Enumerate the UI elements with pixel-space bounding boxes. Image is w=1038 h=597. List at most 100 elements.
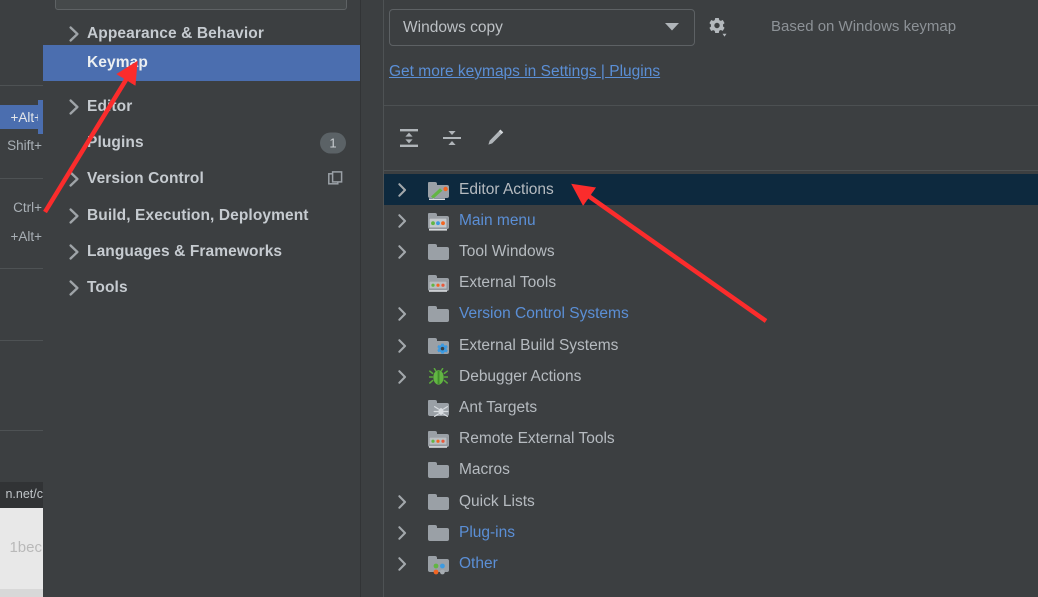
tree-row-label: Quick Lists <box>459 492 535 510</box>
tree-row[interactable]: Other <box>384 548 1038 579</box>
keymap-select[interactable]: Windows copy <box>389 9 695 46</box>
folder-icon <box>428 492 450 512</box>
tree-row-label: External Build Systems <box>459 336 619 354</box>
background-window-strip: +Alt+ Shift+ Ctrl+ +Alt+ n.net/c 1bec <box>0 0 43 597</box>
left-strip-url-text: n.net/c <box>5 487 43 501</box>
tree-row[interactable]: Remote External Tools <box>384 424 1038 455</box>
sidebar-item-label: Keymap <box>87 54 148 71</box>
chevron-right-icon[interactable] <box>393 338 411 353</box>
left-strip-row: Shift+ <box>0 133 43 157</box>
screenshot-root: +Alt+ Shift+ Ctrl+ +Alt+ n.net/c 1bec Ap… <box>0 0 1038 597</box>
tree-row[interactable]: Editor Actions <box>384 174 1038 206</box>
folder-tools-icon <box>428 429 450 449</box>
panel-gutter <box>361 0 383 597</box>
sidebar-item-label: Editor <box>87 98 133 115</box>
folder-shape <box>428 524 449 541</box>
left-strip-row: Ctrl+ <box>0 195 43 219</box>
folder-edit-icon <box>428 180 450 200</box>
folder-ant-icon <box>428 398 450 418</box>
tree-row-label: External Tools <box>459 274 557 292</box>
expand-all-icon[interactable] <box>394 123 424 153</box>
left-strip-row-text: Ctrl+ <box>13 199 42 215</box>
keymap-panel: Windows copy Based on Windows keymap Get… <box>384 0 1038 597</box>
sidebar-item-version-control[interactable]: Version Control <box>43 161 360 197</box>
bug-icon <box>428 367 450 387</box>
folder-icon <box>428 304 450 324</box>
left-strip-row: +Alt+ <box>0 224 43 248</box>
tree-row-label: Remote External Tools <box>459 430 615 448</box>
sidebar-item-keymap[interactable]: Keymap <box>43 45 360 81</box>
folder-icon <box>428 460 450 480</box>
tree-row[interactable]: Debugger Actions <box>384 361 1038 392</box>
chevron-right-icon[interactable] <box>393 182 411 197</box>
sidebar-item-tools[interactable]: Tools <box>43 270 360 306</box>
chevron-right-icon[interactable] <box>393 307 411 322</box>
tree-row[interactable]: Version Control Systems <box>384 299 1038 330</box>
chevron-right-icon[interactable] <box>393 526 411 540</box>
folder-dots-icon <box>428 554 450 575</box>
folder-tools-icon <box>428 273 450 293</box>
keymap-toolbar <box>384 106 1038 170</box>
sidebar-item-badge: 1 <box>320 132 346 154</box>
tree-row[interactable]: External Tools <box>384 268 1038 299</box>
tree-row-label: Main menu <box>459 211 536 229</box>
gear-icon[interactable] <box>705 16 729 40</box>
sidebar-item-plugins[interactable]: Plugins 1 <box>43 125 360 161</box>
chevron-right-icon[interactable] <box>393 370 411 384</box>
chevron-right-icon[interactable] <box>61 280 87 296</box>
folder-gear-icon <box>428 336 450 356</box>
tree-row-label: Version Control Systems <box>459 305 629 323</box>
tree-row[interactable]: Macros <box>384 455 1038 486</box>
left-strip-row-text: Shift+ <box>7 137 42 153</box>
left-strip-url-band: n.net/c <box>0 482 43 508</box>
folder-shape <box>428 493 449 510</box>
sidebar-item-label: Languages & Frameworks <box>87 243 283 260</box>
keymap-select-value: Windows copy <box>403 18 503 36</box>
sidebar-item-build-execution-deployment[interactable]: Build, Execution, Deployment <box>43 198 360 234</box>
chevron-right-icon[interactable] <box>61 26 87 42</box>
actions-tree: Editor Actions Main menu Tool Windows Exter… <box>384 171 1038 597</box>
sidebar-item-label: Version Control <box>87 170 204 187</box>
tree-row-label: Plug-ins <box>459 523 515 541</box>
tree-row[interactable]: Ant Targets <box>384 392 1038 423</box>
left-strip-row: +Alt+ <box>0 105 43 129</box>
sidebar-item-label: Plugins <box>87 134 144 151</box>
settings-search-input[interactable] <box>55 0 347 10</box>
chevron-right-icon[interactable] <box>61 244 87 260</box>
sidebar-item-label: Appearance & Behavior <box>87 25 264 42</box>
chevron-right-icon[interactable] <box>393 214 411 228</box>
tree-row[interactable]: Quick Lists <box>384 486 1038 517</box>
sidebar-item-languages-frameworks[interactable]: Languages & Frameworks <box>43 234 360 270</box>
tree-row-label: Debugger Actions <box>459 367 582 385</box>
chevron-right-icon[interactable] <box>61 99 87 115</box>
folder-icon <box>428 523 450 543</box>
tree-row-label: Other <box>459 554 498 572</box>
get-more-keymaps-link[interactable]: Get more keymaps in Settings | Plugins <box>389 63 660 81</box>
tree-row[interactable]: Tool Windows <box>384 236 1038 267</box>
chevron-right-icon[interactable] <box>61 208 87 224</box>
copy-icon[interactable] <box>328 171 344 187</box>
tree-row[interactable]: External Build Systems <box>384 330 1038 361</box>
chevron-right-icon[interactable] <box>393 494 411 509</box>
chevron-right-icon[interactable] <box>393 557 411 571</box>
folder-shape <box>428 243 449 260</box>
left-strip-row-text: +Alt+ <box>10 228 42 244</box>
collapse-all-icon[interactable] <box>437 123 467 153</box>
left-strip-bottom-edge <box>0 589 43 597</box>
sidebar-item-label: Tools <box>87 279 128 296</box>
edit-shortcut-icon[interactable] <box>480 123 510 153</box>
chevron-right-icon[interactable] <box>393 245 411 259</box>
tree-row-label: Tool Windows <box>459 242 555 260</box>
tree-row-label: Macros <box>459 461 510 479</box>
folder-menu-icon <box>428 211 450 231</box>
based-on-keymap-label: Based on Windows keymap <box>771 18 957 35</box>
chevron-down-icon <box>664 19 680 37</box>
settings-sidebar: Appearance & Behavior Keymap Editor Plugins… <box>43 0 360 597</box>
sidebar-item-editor[interactable]: Editor <box>43 89 360 125</box>
tree-row[interactable]: Plug-ins <box>384 517 1038 548</box>
folder-shape <box>428 306 449 323</box>
folder-icon <box>428 242 450 262</box>
tree-row[interactable]: Main menu <box>384 205 1038 236</box>
sidebar-item-label: Build, Execution, Deployment <box>87 207 309 224</box>
chevron-right-icon[interactable] <box>61 171 87 187</box>
